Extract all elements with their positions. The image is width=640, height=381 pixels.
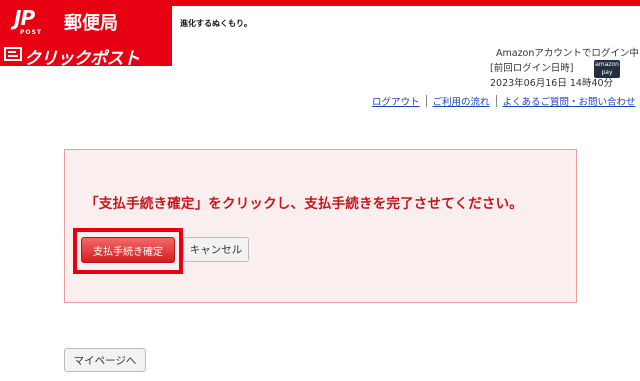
jp-post-mark: JP bbox=[14, 6, 35, 30]
nav-divider bbox=[425, 95, 427, 107]
nav-divider bbox=[495, 95, 497, 107]
yubinkyoku-logo-text: 郵便局 bbox=[64, 13, 118, 34]
faq-link[interactable]: よくあるご質問・お問い合わせ bbox=[503, 97, 636, 108]
login-status: Amazonアカウントでログイン中 bbox=[496, 48, 639, 59]
site-logo[interactable]: JP POST 郵便局 クリックポスト bbox=[0, 0, 172, 69]
payment-notice-panel: 「支払手続き確定」をクリックし、支払手続きを完了させてください。 支払手続き確定… bbox=[64, 149, 577, 303]
logout-link[interactable]: ログアウト bbox=[372, 97, 420, 108]
last-login-value: 2023年06月16日 14時40分 bbox=[490, 78, 614, 89]
confirm-payment-button[interactable]: 支払手続き確定 bbox=[81, 237, 175, 263]
clickpost-icon bbox=[4, 47, 22, 61]
clickpost-logo-text: クリックポスト bbox=[24, 49, 140, 69]
post-label: POST bbox=[20, 29, 42, 36]
header-nav: ログアウト ご利用の流れ よくあるご質問・お問い合わせ bbox=[372, 94, 636, 108]
payment-instruction-message: 「支払手続き確定」をクリックし、支払手続きを完了させてください。 bbox=[85, 196, 523, 212]
amazon-pay-badge-line2: pay bbox=[601, 69, 613, 76]
amazon-pay-icon: amazon pay bbox=[594, 60, 620, 78]
mypage-button[interactable]: マイページへ bbox=[64, 348, 146, 372]
amazon-pay-badge-line1: amazon bbox=[595, 61, 619, 68]
last-login-label: [前回ログイン日時] bbox=[490, 63, 574, 74]
usage-flow-link[interactable]: ご利用の流れ bbox=[433, 97, 490, 108]
cancel-button[interactable]: キャンセル bbox=[183, 237, 249, 262]
tagline: 進化するぬくもり。 bbox=[180, 19, 252, 28]
header-bar-accent bbox=[168, 0, 640, 10]
